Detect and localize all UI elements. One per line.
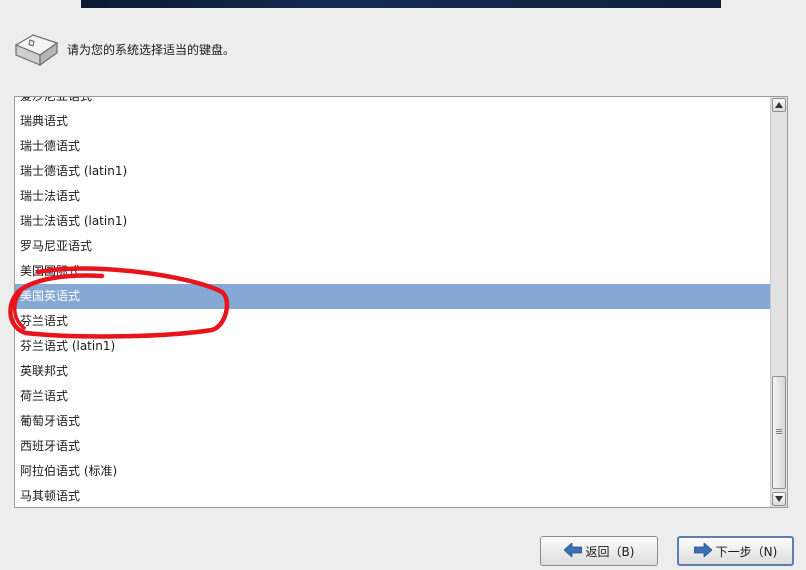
grip-icon <box>776 429 782 430</box>
list-viewport: 爱沙尼亚语式瑞典语式瑞士德语式瑞士德语式 (latin1)瑞士法语式瑞士法语式 … <box>15 97 771 507</box>
list-item[interactable]: 马其顿语式 <box>15 484 771 507</box>
list-item[interactable]: 瑞士德语式 (latin1) <box>15 159 771 184</box>
list-item[interactable]: 英联邦式 <box>15 359 771 384</box>
list-item[interactable]: 罗马尼亚语式 <box>15 234 771 259</box>
next-button[interactable]: 下一步（N) <box>677 536 794 566</box>
arrow-right-icon <box>693 541 713 560</box>
installer-page: 请为您的系统选择适当的键盘。 爱沙尼亚语式瑞典语式瑞士德语式瑞士德语式 (lat… <box>0 0 806 570</box>
next-button-label: 下一步（N) <box>715 544 778 559</box>
chevron-up-icon <box>775 102 783 108</box>
keyboard-key-icon <box>13 31 59 71</box>
list-item[interactable]: 瑞士法语式 (latin1) <box>15 209 771 234</box>
scroll-up-button[interactable] <box>772 98 786 112</box>
list-item[interactable]: 瑞士法语式 <box>15 184 771 209</box>
list-item[interactable]: 葡萄牙语式 <box>15 409 771 434</box>
arrow-left-icon <box>562 541 582 560</box>
list-item[interactable]: 美国国际式 <box>15 259 771 284</box>
list-item[interactable]: 瑞典语式 <box>15 109 771 134</box>
vertical-scrollbar[interactable] <box>770 97 787 507</box>
list-item-selected[interactable]: 美国英语式 <box>15 284 771 309</box>
list-item[interactable]: 芬兰语式 <box>15 309 771 334</box>
list-items: 爱沙尼亚语式瑞典语式瑞士德语式瑞士德语式 (latin1)瑞士法语式瑞士法语式 … <box>15 97 771 507</box>
list-item[interactable]: 西班牙语式 <box>15 434 771 459</box>
back-button-label: 返回（B) <box>585 544 635 559</box>
chevron-down-icon <box>775 496 783 502</box>
page-prompt: 请为您的系统选择适当的键盘。 <box>67 43 236 57</box>
back-button[interactable]: 返回（B) <box>540 536 658 566</box>
scroll-thumb[interactable] <box>772 376 786 489</box>
list-item[interactable]: 阿拉伯语式 (标准) <box>15 459 771 484</box>
scroll-down-button[interactable] <box>772 492 786 506</box>
header-banner <box>81 0 721 8</box>
list-item[interactable]: 荷兰语式 <box>15 384 771 409</box>
list-item[interactable]: 芬兰语式 (latin1) <box>15 334 771 359</box>
list-item[interactable]: 瑞士德语式 <box>15 134 771 159</box>
list-item[interactable]: 爱沙尼亚语式 <box>15 97 771 109</box>
keyboard-layout-list[interactable]: 爱沙尼亚语式瑞典语式瑞士德语式瑞士德语式 (latin1)瑞士法语式瑞士法语式 … <box>14 96 788 508</box>
